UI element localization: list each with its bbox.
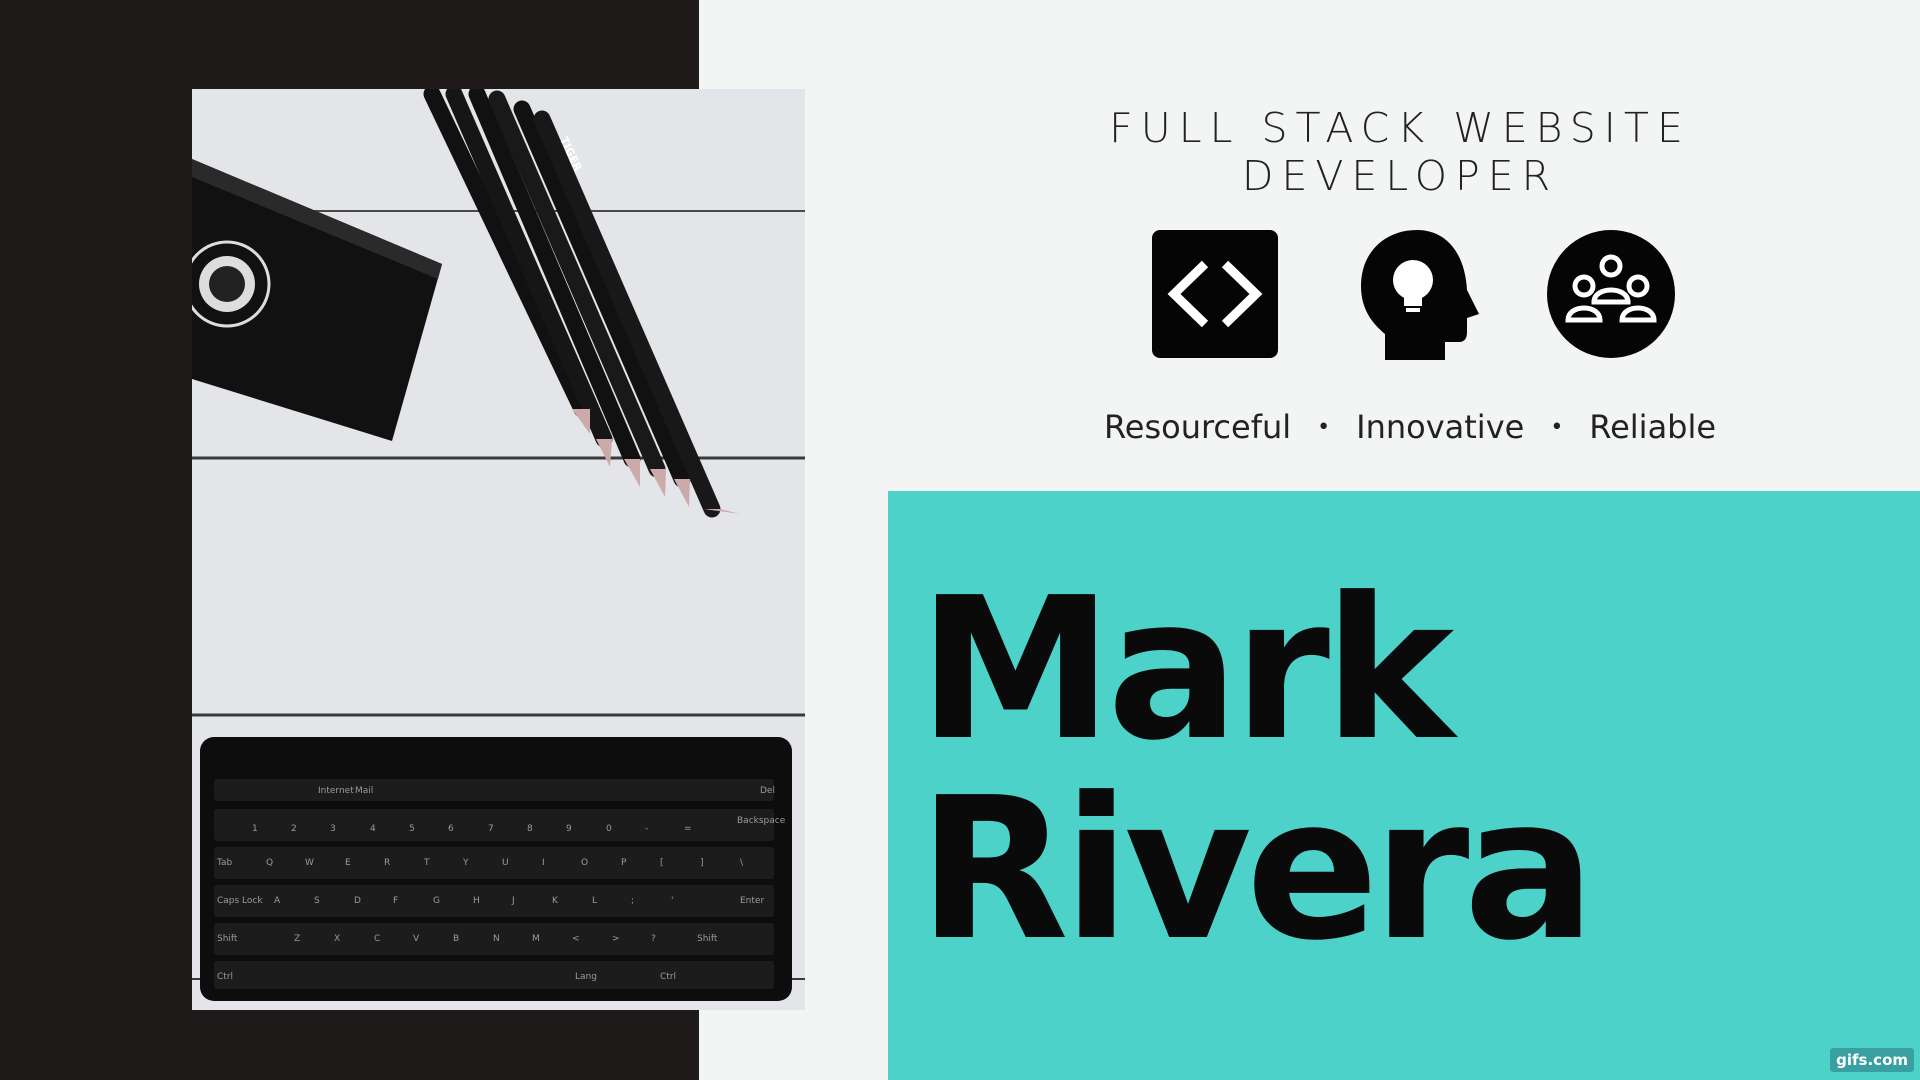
key-caps-lock: Caps Lock [217, 896, 263, 906]
key-1: 1 [252, 824, 258, 834]
trait-innovative: Innovative [1356, 408, 1525, 446]
key-less-than: < [572, 934, 580, 944]
key-v: V [413, 934, 420, 944]
keyboard-image: Internet Mail Del 1 2 3 4 5 6 7 8 9 0 - … [200, 737, 792, 1001]
key-greater-than: > [612, 934, 620, 944]
key-3: 3 [330, 824, 336, 834]
key-g: G [433, 896, 440, 906]
trait-separator: • [1317, 414, 1331, 440]
key-bracket-left: [ [660, 858, 664, 868]
key-tab: Tab [216, 858, 233, 868]
key-y: Y [462, 858, 469, 868]
watermark-badge: gifs.com [1830, 1048, 1914, 1072]
key-del: Del [760, 786, 775, 796]
last-name: Rivera [918, 756, 1596, 984]
key-shift-right: Shift [697, 934, 718, 944]
traits-list: Resourceful • Innovative • Reliable [1104, 408, 1716, 446]
key-enter: Enter [740, 896, 764, 906]
key-n: N [493, 934, 500, 944]
page-title: FULL STACK WEBSITE DEVELOPER [1109, 104, 1691, 200]
icon-row [1150, 228, 1680, 364]
key-r: R [384, 858, 390, 868]
key-m: M [532, 934, 540, 944]
key-9: 9 [566, 824, 572, 834]
first-name: Mark [918, 556, 1454, 784]
key-z: Z [294, 934, 300, 944]
key-quote: ' [671, 896, 673, 906]
key-o: O [581, 858, 588, 868]
key-minus: - [645, 824, 648, 834]
key-b: B [453, 934, 459, 944]
key-mail: Mail [355, 786, 373, 796]
key-ctrl-right: Ctrl [660, 972, 676, 982]
key-q: Q [266, 858, 273, 868]
key-2: 2 [291, 824, 297, 834]
key-lang: Lang [575, 972, 597, 982]
key-i: I [542, 858, 545, 868]
key-bracket-right: ] [700, 858, 704, 868]
key-5: 5 [409, 824, 415, 834]
key-4: 4 [370, 824, 376, 834]
key-s: S [314, 896, 320, 906]
trait-reliable: Reliable [1589, 408, 1717, 446]
desk-photo: T I G E R Internet Mail Del 1 2 3 4 5 6 7 8 … [192, 89, 805, 1010]
trait-resourceful: Resourceful [1103, 408, 1292, 446]
key-d: D [354, 896, 361, 906]
key-x: X [334, 934, 340, 944]
key-f: F [393, 896, 398, 906]
key-question: ? [651, 934, 656, 944]
key-e: E [345, 858, 351, 868]
key-j: J [511, 896, 515, 906]
key-8: 8 [527, 824, 533, 834]
trait-separator: • [1550, 414, 1564, 440]
team-group-icon [1547, 230, 1675, 358]
person-name: Mark Rivera [918, 556, 1596, 984]
key-ctrl-left: Ctrl [217, 972, 233, 982]
key-t: T [423, 858, 430, 868]
key-internet: Internet [318, 786, 354, 796]
code-brackets-icon [1152, 230, 1278, 358]
key-h: H [473, 896, 480, 906]
key-p: P [621, 858, 627, 868]
key-shift-left: Shift [217, 934, 238, 944]
key-equals: = [684, 824, 692, 834]
key-l: L [592, 896, 597, 906]
key-6: 6 [448, 824, 454, 834]
key-7: 7 [488, 824, 494, 834]
key-a: A [274, 896, 281, 906]
key-w: W [305, 858, 314, 868]
head-lightbulb-icon [1361, 230, 1479, 360]
key-backspace: Backspace [737, 816, 786, 826]
key-semicolon: ; [631, 896, 634, 906]
key-c: C [374, 934, 380, 944]
key-u: U [502, 858, 509, 868]
key-0: 0 [606, 824, 612, 834]
